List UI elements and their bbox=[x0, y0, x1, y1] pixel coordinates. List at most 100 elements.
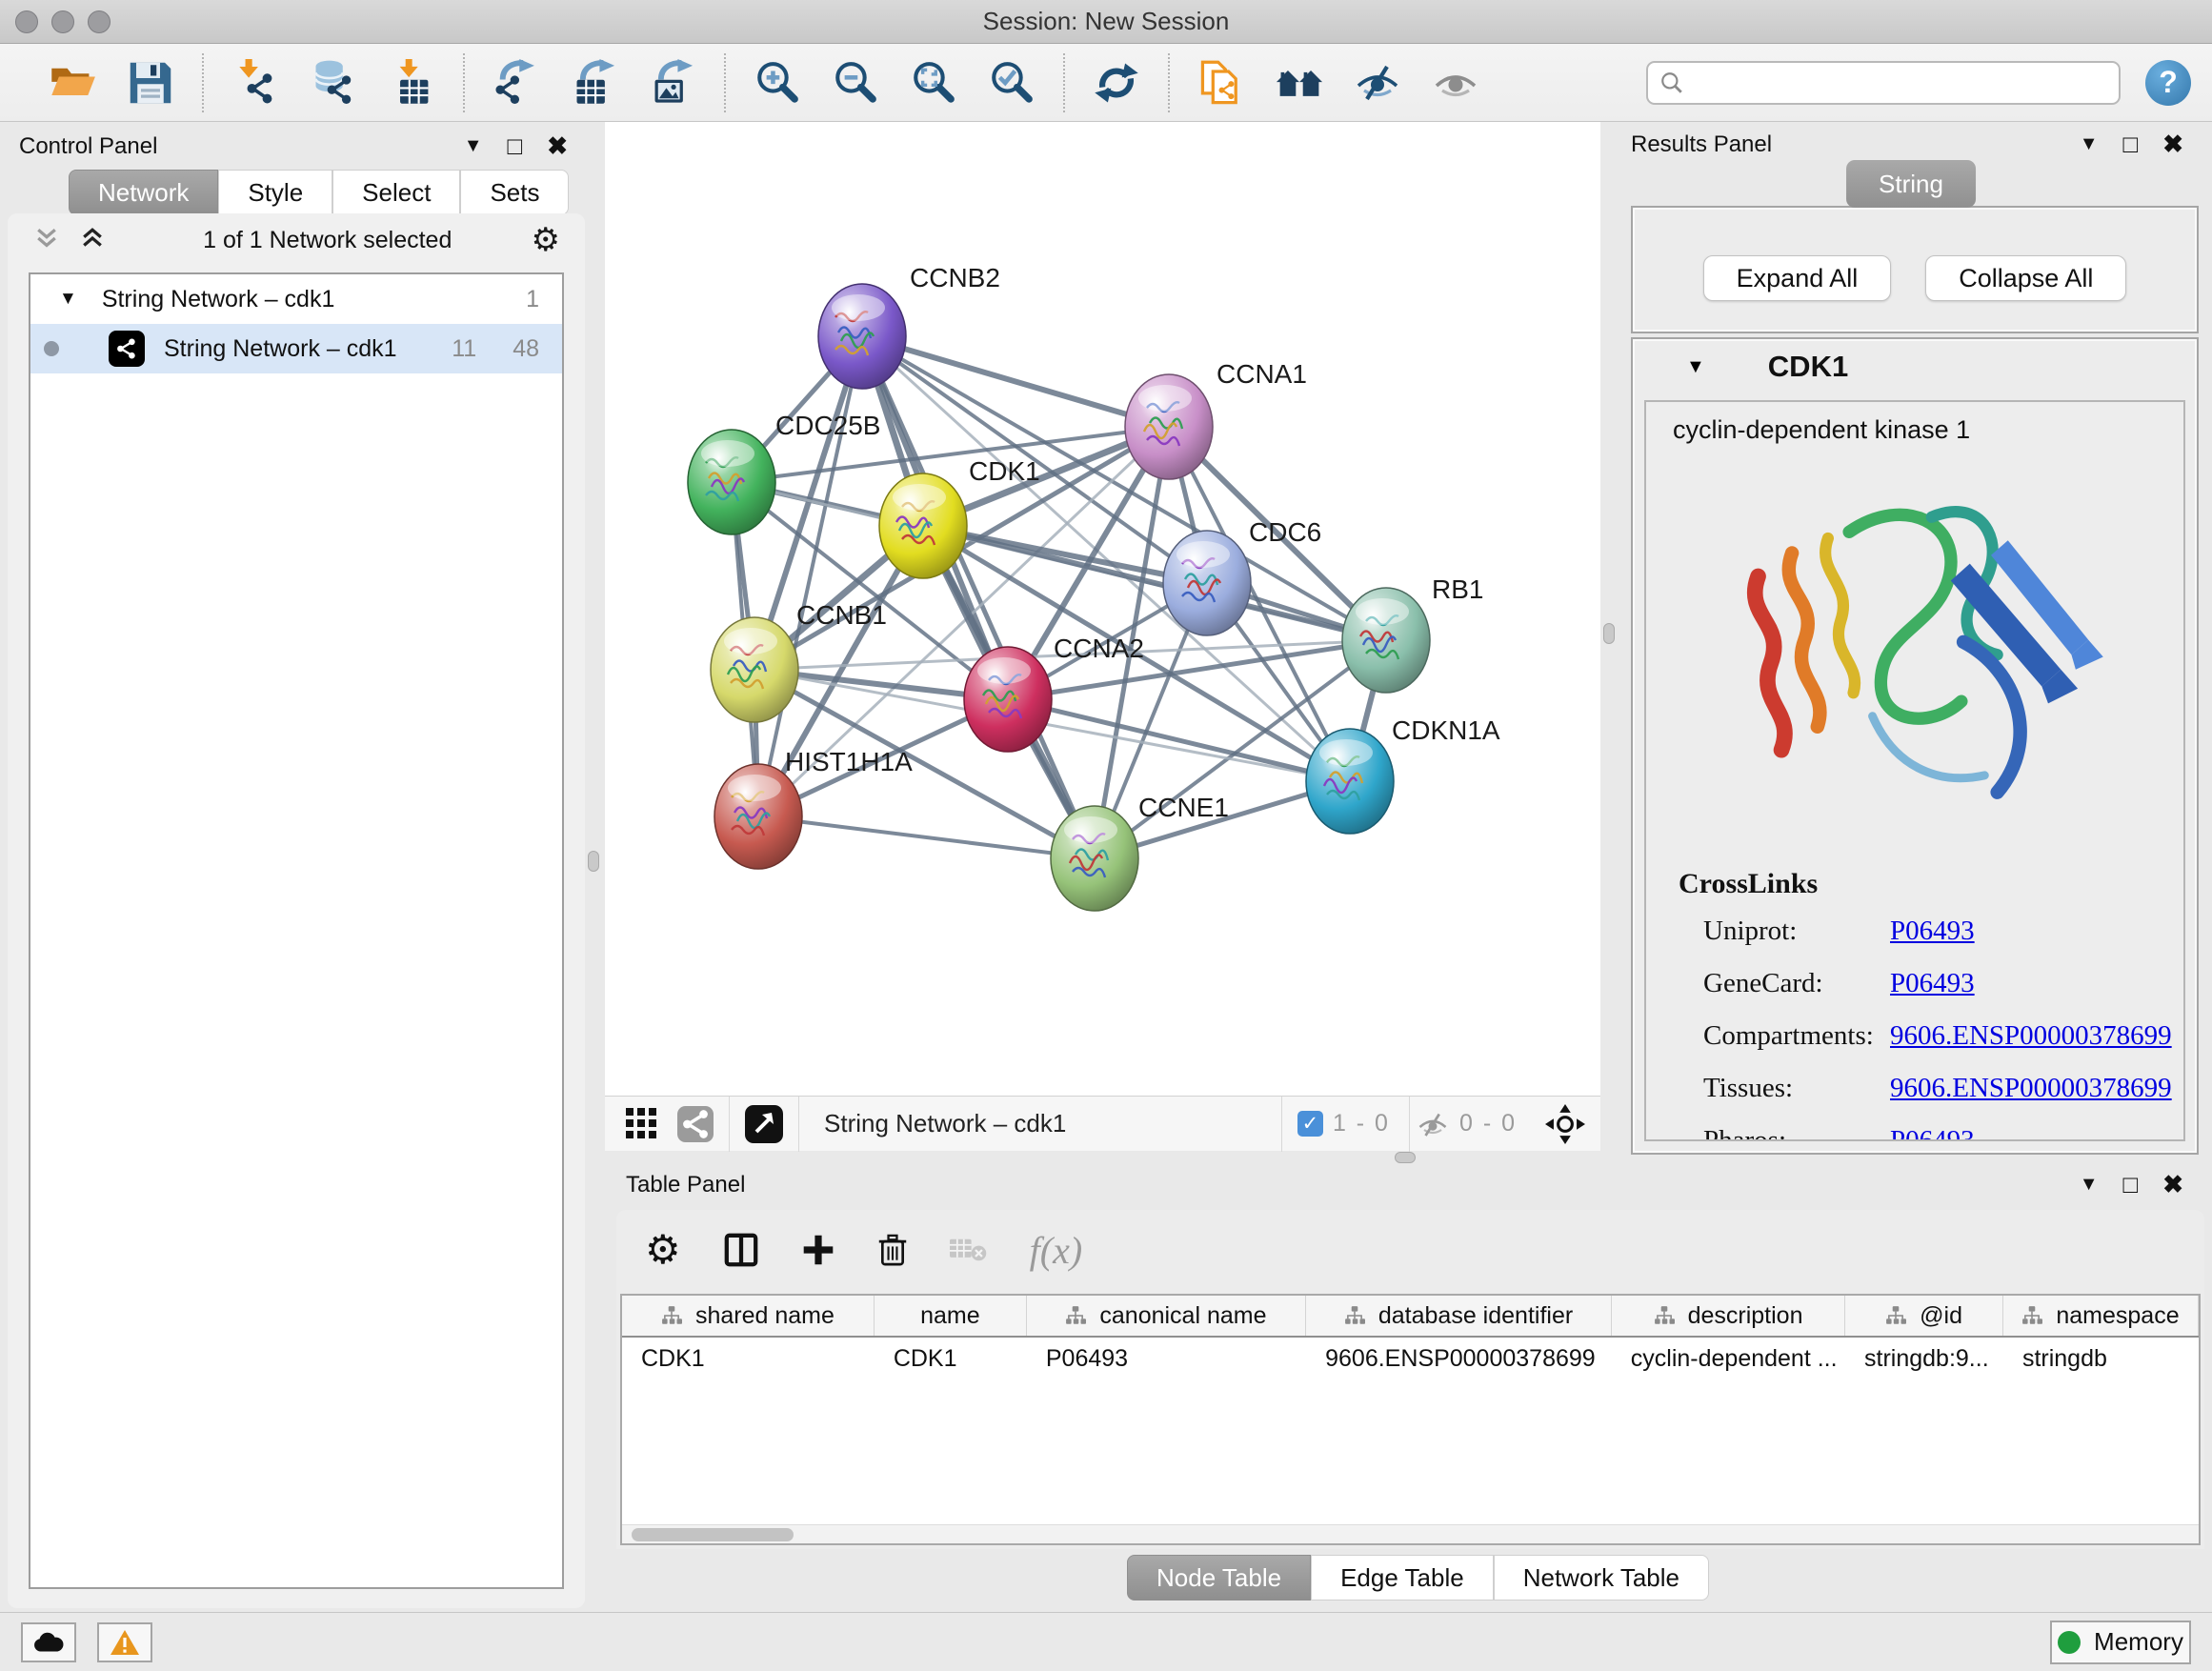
crosslink-label: Uniprot: bbox=[1703, 916, 1890, 947]
show-eye-icon[interactable] bbox=[1429, 56, 1482, 110]
results-panel-close-icon[interactable]: ✖ bbox=[2162, 130, 2183, 159]
node-CCNA1[interactable]: CCNA1 bbox=[1125, 359, 1307, 479]
cell--id[interactable]: stringdb:9... bbox=[1845, 1338, 2003, 1379]
column-header-namespace[interactable]: namespace bbox=[2003, 1296, 2199, 1336]
export-network-icon[interactable] bbox=[490, 56, 543, 110]
main-toolbar: ? bbox=[0, 44, 2212, 122]
tab-network[interactable]: Network bbox=[69, 170, 218, 215]
export-table-icon[interactable] bbox=[568, 56, 621, 110]
cloud-button[interactable] bbox=[21, 1622, 76, 1662]
node-HIST1H1A[interactable]: HIST1H1A bbox=[714, 747, 913, 869]
network-options-gear-icon[interactable]: ⚙ bbox=[532, 221, 560, 259]
open-icon[interactable] bbox=[46, 56, 99, 110]
expand-all-button[interactable]: Expand All bbox=[1703, 255, 1892, 301]
tab-network-table[interactable]: Network Table bbox=[1494, 1555, 1709, 1601]
trash-icon[interactable] bbox=[877, 1232, 908, 1268]
grid-view-icon[interactable] bbox=[626, 1108, 658, 1140]
tab-style[interactable]: Style bbox=[218, 170, 332, 215]
crosslink-link[interactable]: P06493 bbox=[1890, 1125, 1975, 1141]
import-database-icon[interactable] bbox=[307, 56, 360, 110]
gear-icon[interactable]: ⚙ bbox=[645, 1230, 681, 1270]
zoom-fit-icon[interactable] bbox=[907, 56, 960, 110]
table-panel-close-icon[interactable]: ✖ bbox=[2162, 1170, 2183, 1199]
search-input[interactable] bbox=[1684, 70, 2094, 96]
refresh-icon[interactable] bbox=[1090, 56, 1143, 110]
cell-canonical-name[interactable]: P06493 bbox=[1027, 1338, 1306, 1379]
left-splitter-grip[interactable] bbox=[588, 851, 599, 872]
network-canvas[interactable]: CCNB2CCNA1CDC25BCDK1CDC6RB1CCNB1CCNA2CDK… bbox=[605, 122, 1600, 1096]
column-header-name[interactable]: name bbox=[875, 1296, 1027, 1336]
save-icon[interactable] bbox=[124, 56, 177, 110]
table-panel-menu-icon[interactable]: ▼ bbox=[2080, 1174, 2099, 1196]
memory-button[interactable]: Memory bbox=[2050, 1621, 2191, 1664]
node-table[interactable]: shared namenamecanonical namedatabase id… bbox=[620, 1294, 2201, 1545]
control-panel-menu-icon[interactable]: ▼ bbox=[464, 135, 483, 157]
birdseye-view-icon[interactable] bbox=[745, 1105, 783, 1143]
zoom-selected-icon[interactable] bbox=[985, 56, 1038, 110]
table-panel-float-icon[interactable]: □ bbox=[2122, 1170, 2138, 1199]
collapse-all-networks-icon[interactable] bbox=[32, 224, 61, 257]
cell-namespace[interactable]: stringdb bbox=[2003, 1338, 2199, 1379]
delete-table-icon[interactable] bbox=[950, 1237, 988, 1263]
selected-count-checkbox-icon[interactable]: ✓ bbox=[1297, 1111, 1323, 1137]
control-panel-float-icon[interactable]: □ bbox=[507, 131, 522, 161]
tab-select[interactable]: Select bbox=[332, 170, 460, 215]
column-header-database-identifier[interactable]: database identifier bbox=[1306, 1296, 1612, 1336]
add-icon[interactable] bbox=[801, 1233, 835, 1267]
import-network-icon[interactable] bbox=[229, 56, 282, 110]
help-button[interactable]: ? bbox=[2145, 60, 2191, 106]
crosslinks-title: CrossLinks bbox=[1679, 868, 2183, 900]
table-row[interactable]: CDK1CDK1P064939606.ENSP00000378699cyclin… bbox=[622, 1338, 2199, 1379]
network-row-selected[interactable]: String Network – cdk1 11 48 bbox=[30, 324, 562, 373]
gene-collapse-icon[interactable]: ▼ bbox=[1686, 356, 1705, 378]
import-table-icon[interactable] bbox=[385, 56, 438, 110]
cell-shared-name[interactable]: CDK1 bbox=[622, 1338, 875, 1379]
node-CDKN1A[interactable]: CDKN1A bbox=[1306, 715, 1500, 834]
function-builder-icon[interactable]: f(x) bbox=[1030, 1228, 1083, 1273]
column-header--id[interactable]: @id bbox=[1845, 1296, 2003, 1336]
column-header-shared-name[interactable]: shared name bbox=[622, 1296, 875, 1336]
zoom-in-icon[interactable] bbox=[751, 56, 804, 110]
results-panel-menu-icon[interactable]: ▼ bbox=[2080, 133, 2099, 155]
hidden-eye-icon[interactable] bbox=[1416, 1109, 1450, 1139]
search-box[interactable] bbox=[1646, 61, 2121, 105]
hide-eye-icon[interactable] bbox=[1351, 56, 1404, 110]
network-collection-row[interactable]: ▼ String Network – cdk1 1 bbox=[30, 274, 562, 324]
crosslink-link[interactable]: P06493 bbox=[1890, 916, 1975, 947]
crosslink-link[interactable]: 9606.ENSP00000378699 bbox=[1890, 1073, 2172, 1104]
split-columns-icon[interactable] bbox=[723, 1232, 759, 1268]
cell-name[interactable]: CDK1 bbox=[875, 1338, 1027, 1379]
network-view[interactable]: CCNB2CCNA1CDC25BCDK1CDC6RB1CCNB1CCNA2CDK… bbox=[605, 122, 1600, 1151]
node-CCNE1[interactable]: CCNE1 bbox=[1051, 793, 1229, 911]
collapse-all-button[interactable]: Collapse All bbox=[1925, 255, 2126, 301]
table-horizontal-scrollbar[interactable] bbox=[622, 1524, 2199, 1543]
houses-icon[interactable] bbox=[1273, 56, 1326, 110]
export-image-icon[interactable] bbox=[646, 56, 699, 110]
node-RB1[interactable]: RB1 bbox=[1342, 574, 1483, 693]
crosslink-link[interactable]: 9606.ENSP00000378699 bbox=[1890, 1020, 2172, 1052]
cell-description[interactable]: cyclin-dependent ... bbox=[1612, 1338, 1845, 1379]
node-CCNB1[interactable]: CCNB1 bbox=[711, 600, 887, 722]
tab-edge-table[interactable]: Edge Table bbox=[1311, 1555, 1494, 1601]
cell-database-identifier[interactable]: 9606.ENSP00000378699 bbox=[1306, 1338, 1612, 1379]
column-header-canonical-name[interactable]: canonical name bbox=[1027, 1296, 1306, 1336]
collection-count: 1 bbox=[526, 286, 539, 313]
string-document-icon[interactable] bbox=[1195, 56, 1248, 110]
expand-all-networks-icon[interactable] bbox=[78, 224, 107, 257]
tree-expand-icon[interactable]: ▼ bbox=[59, 289, 77, 310]
crosslink-link[interactable]: P06493 bbox=[1890, 968, 1975, 999]
warning-button[interactable] bbox=[97, 1622, 152, 1662]
edge-count: 48 bbox=[513, 335, 539, 363]
tab-string[interactable]: String bbox=[1846, 160, 1976, 208]
tab-sets[interactable]: Sets bbox=[460, 170, 569, 215]
results-panel-float-icon[interactable]: □ bbox=[2122, 130, 2138, 159]
node-CDC25B[interactable]: CDC25B bbox=[688, 411, 880, 534]
pan-crosshair-icon[interactable] bbox=[1545, 1104, 1585, 1144]
column-header-description[interactable]: description bbox=[1612, 1296, 1845, 1336]
control-panel-close-icon[interactable]: ✖ bbox=[547, 131, 568, 161]
network-share-icon[interactable] bbox=[677, 1106, 714, 1142]
zoom-out-icon[interactable] bbox=[829, 56, 882, 110]
tab-node-table[interactable]: Node Table bbox=[1127, 1555, 1311, 1601]
bottom-splitter-grip[interactable] bbox=[1395, 1152, 1416, 1163]
scrollbar-thumb[interactable] bbox=[632, 1528, 794, 1541]
